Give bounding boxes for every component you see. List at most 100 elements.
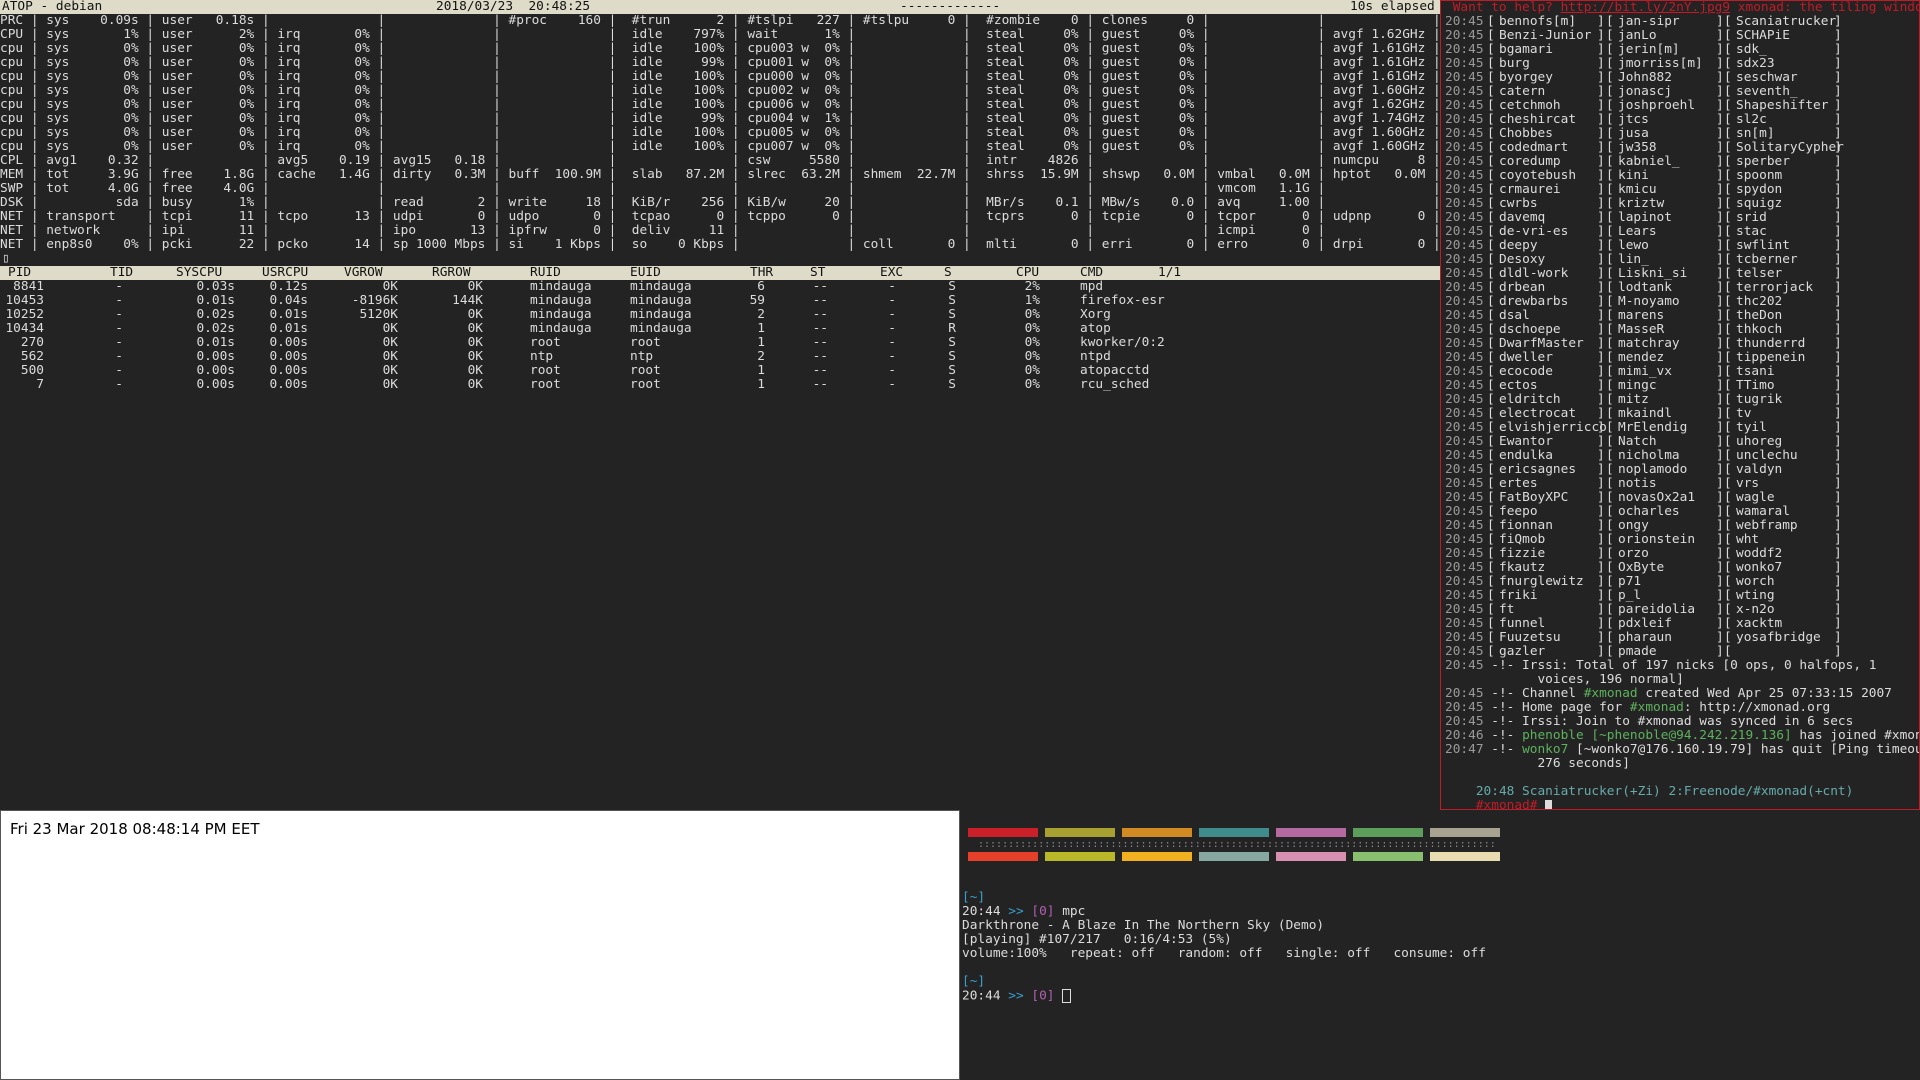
nick[interactable]: woddf2	[1736, 547, 1782, 561]
nick[interactable]: John882	[1618, 71, 1672, 85]
nick[interactable]: tugrik	[1736, 393, 1782, 407]
nick[interactable]: sn[m]	[1736, 127, 1775, 141]
nick[interactable]: fnurglewitz	[1499, 575, 1584, 589]
irc-pane[interactable]: Want to help? http://bit.ly/2nY.jpg9 xmo…	[1440, 0, 1920, 810]
nick[interactable]: elvishjerricco	[1499, 421, 1607, 435]
nick[interactable]: SolitaryCypher	[1736, 141, 1844, 155]
nick[interactable]: jtcs	[1618, 113, 1649, 127]
table-row[interactable]: 10453 - 0.01s 0.04s -8196K 144K mindauga mindau…	[0, 294, 1440, 308]
nick[interactable]: lin_	[1618, 253, 1649, 267]
nick[interactable]: squigz	[1736, 197, 1782, 211]
nick[interactable]: thc202	[1736, 295, 1782, 309]
nick[interactable]: OxByte	[1618, 561, 1664, 575]
nick[interactable]: wagle	[1736, 491, 1775, 505]
nick[interactable]: SCHAPiE	[1736, 29, 1790, 43]
nick[interactable]: ecocode	[1499, 365, 1553, 379]
nick[interactable]: thkoch	[1736, 323, 1782, 337]
nick[interactable]: mingc	[1618, 379, 1657, 393]
nick[interactable]: mkaindl	[1618, 407, 1672, 421]
nick[interactable]: cetchmoh	[1499, 99, 1561, 113]
nick[interactable]: drbean	[1499, 281, 1545, 295]
nick[interactable]: gazler	[1499, 645, 1545, 659]
topic-link[interactable]: http://bit.ly/2nY.jpg9	[1561, 1, 1731, 15]
nick[interactable]: bgamari	[1499, 43, 1553, 57]
nick[interactable]: valdyn	[1736, 463, 1782, 477]
nick[interactable]: Benzi-Junior	[1499, 29, 1591, 43]
nick[interactable]: sperber	[1736, 155, 1790, 169]
nick[interactable]: sdk_	[1736, 43, 1767, 57]
nick[interactable]: endulka	[1499, 449, 1553, 463]
nick[interactable]: TTimo	[1736, 379, 1775, 393]
nick[interactable]: mendez	[1618, 351, 1664, 365]
nick[interactable]: ft	[1499, 603, 1514, 617]
nick[interactable]: Natch	[1618, 435, 1657, 449]
nick[interactable]: swflint	[1736, 239, 1790, 253]
nick[interactable]: M-noyamo	[1618, 295, 1680, 309]
nick[interactable]: telser	[1736, 267, 1782, 281]
nick[interactable]: codedmart	[1499, 141, 1568, 155]
nick[interactable]: x-n2o	[1736, 603, 1775, 617]
nick[interactable]: sl2c	[1736, 113, 1767, 127]
nick[interactable]: burg	[1499, 57, 1530, 71]
nick[interactable]: srid	[1736, 211, 1767, 225]
nick[interactable]: Scaniatrucker	[1736, 15, 1836, 29]
nick[interactable]: p71	[1618, 575, 1641, 589]
nick[interactable]: pareidolia	[1618, 603, 1695, 617]
nick[interactable]: uhoreg	[1736, 435, 1782, 449]
nick[interactable]: pmade	[1618, 645, 1657, 659]
table-row[interactable]: 10434-0.02s 0.01s 0K 0K mindauga mindauga 1 -- -…	[0, 322, 1440, 336]
nick[interactable]: pharaun	[1618, 631, 1672, 645]
nick[interactable]: orionstein	[1618, 533, 1695, 547]
nick[interactable]: lapinot	[1618, 211, 1672, 225]
nick[interactable]: fkautz	[1499, 561, 1545, 575]
nick[interactable]: janLo	[1618, 29, 1657, 43]
nick[interactable]: DwarfMaster	[1499, 337, 1584, 351]
nick[interactable]: jw358	[1618, 141, 1657, 155]
nick[interactable]: ongy	[1618, 519, 1649, 533]
nick[interactable]: wht	[1736, 533, 1759, 547]
nick[interactable]: unclechu	[1736, 449, 1798, 463]
nick[interactable]: ericsagnes	[1499, 463, 1576, 477]
nick[interactable]: davemq	[1499, 211, 1545, 225]
nick[interactable]: wting	[1736, 589, 1775, 603]
nick[interactable]: tippenein	[1736, 351, 1805, 365]
nick[interactable]: jonascj	[1618, 85, 1672, 99]
nick[interactable]: wamaral	[1736, 505, 1790, 519]
nick[interactable]: kabniel_	[1618, 155, 1680, 169]
nick[interactable]: feepo	[1499, 505, 1538, 519]
nick[interactable]: coredump	[1499, 155, 1561, 169]
nick[interactable]: orzo	[1618, 547, 1649, 561]
nick[interactable]: fionnan	[1499, 519, 1553, 533]
nick[interactable]: bennofs[m]	[1499, 15, 1576, 29]
nick[interactable]: wonko7	[1736, 561, 1782, 575]
nick[interactable]: matchray	[1618, 337, 1680, 351]
nick[interactable]: Lears	[1618, 225, 1657, 239]
nick[interactable]: catern	[1499, 85, 1545, 99]
nick[interactable]: dweller	[1499, 351, 1553, 365]
nick[interactable]: seventh_	[1736, 85, 1798, 99]
nick[interactable]: coyotebush	[1499, 169, 1576, 183]
nick[interactable]: MasseR	[1618, 323, 1664, 337]
nick[interactable]: fizzie	[1499, 547, 1545, 561]
nick[interactable]: kmicu	[1618, 183, 1657, 197]
nick[interactable]: kriztw	[1618, 197, 1664, 211]
nick[interactable]: Liskni_si	[1618, 267, 1687, 281]
table-row[interactable]: 562-0.00s 0.00s 0K 0K ntp ntp 2 -- - S 0% ntpd	[0, 350, 1440, 364]
nick[interactable]: terrorjack	[1736, 281, 1813, 295]
table-row[interactable]: 8841-0.03s 0.12s 0K 0K mindauga mindauga 6 -- - S…	[0, 280, 1440, 294]
nick[interactable]: vrs	[1736, 477, 1759, 491]
nick[interactable]: funnel	[1499, 617, 1545, 631]
nick[interactable]: seschwar	[1736, 71, 1798, 85]
nick[interactable]: Desoxy	[1499, 253, 1545, 267]
nick[interactable]: FatBoyXPC	[1499, 491, 1568, 505]
nick[interactable]: jan-sipr	[1618, 15, 1680, 29]
nick[interactable]: lodtank	[1618, 281, 1672, 295]
nick[interactable]: de-vri-es	[1499, 225, 1568, 239]
nick[interactable]: mitz	[1618, 393, 1649, 407]
nick[interactable]: deepy	[1499, 239, 1538, 253]
nick[interactable]: p_l	[1618, 589, 1641, 603]
nick[interactable]: lewo	[1618, 239, 1649, 253]
nick[interactable]: sdx23	[1736, 57, 1775, 71]
nick[interactable]: kini	[1618, 169, 1649, 183]
atop-pane[interactable]: ATOP - debian 2018/03/23 20:48:25 ------…	[0, 0, 1440, 810]
